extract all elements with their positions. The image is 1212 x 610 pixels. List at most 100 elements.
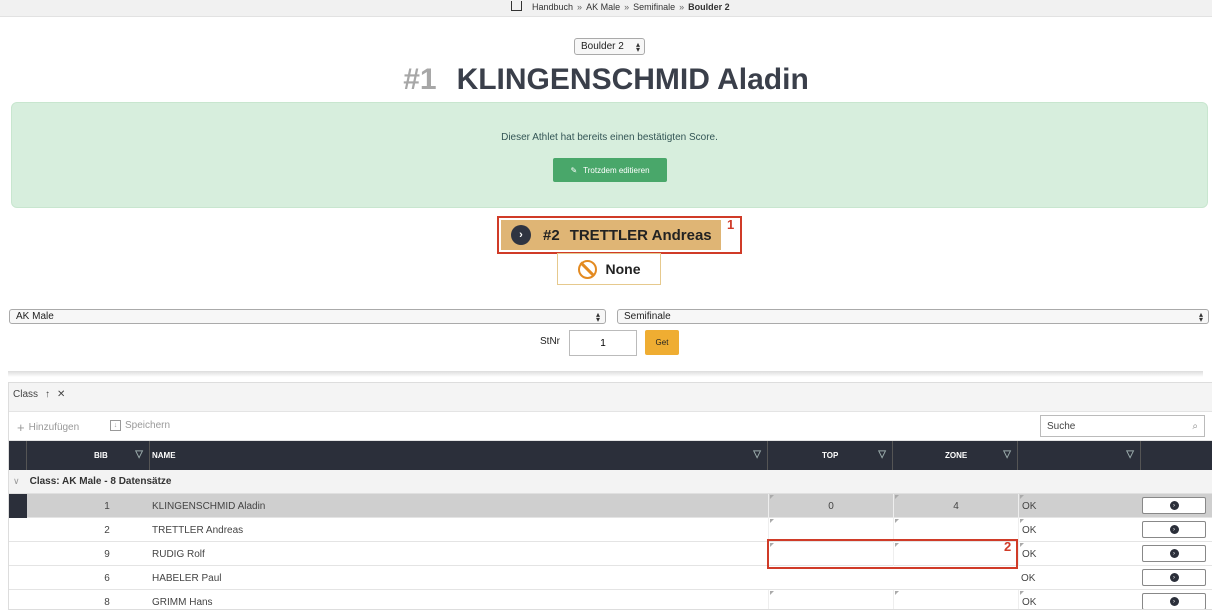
class-select-value: AK Male	[16, 311, 54, 322]
chevron-right-icon: ›	[1169, 597, 1179, 606]
table-row[interactable]: 6 HABELER Paul OK ›	[9, 566, 1212, 590]
cell-zone[interactable]	[893, 590, 1018, 609]
column-header-actions	[1141, 441, 1212, 470]
grid-toolbar: + Hinzufügen ↓ Speichern Suche ⌕	[9, 412, 1212, 441]
breadcrumb-current: Boulder 2	[688, 2, 730, 12]
round-select-value: Semifinale	[624, 311, 671, 322]
table-row[interactable]: 2 TRETTLER Andreas OK ›	[9, 518, 1212, 542]
annotation-marker-1: 1	[727, 217, 735, 232]
result-status-label: None	[605, 261, 641, 277]
athletes-grid: Class ↑ ✕ + Hinzufügen ↓ Speichern Suche…	[8, 382, 1212, 610]
row-open-button[interactable]: ›	[1142, 593, 1206, 609]
stnr-label: StNr	[540, 336, 560, 347]
table-row[interactable]: 8 GRIMM Hans OK ›	[9, 590, 1212, 609]
chevron-right-icon: ›	[1169, 549, 1179, 558]
breadcrumb-item-handbuch[interactable]: Handbuch	[532, 2, 573, 12]
cell-name: GRIMM Hans	[152, 596, 213, 608]
athlete-title: #1 KLINGENSCHMID Aladin	[0, 63, 1212, 103]
breadcrumb: Handbuch » AK Male » Semifinale » Boulde…	[511, 1, 730, 12]
chevron-right-icon: ›	[1169, 525, 1179, 534]
filter-icon[interactable]: ▽	[753, 449, 761, 460]
next-athlete-highlight: › #2 TRETTLER Andreas	[497, 216, 742, 254]
select-arrows-icon: ▴ ▾	[1198, 309, 1203, 324]
add-label: Hinzufügen	[28, 422, 80, 433]
sort-ascending-icon[interactable]: ↑	[45, 389, 50, 400]
breadcrumb-separator: »	[624, 2, 630, 12]
cell-zone[interactable]: 4	[893, 494, 1018, 518]
alert-message: Dieser Athlet hat bereits einen bestätig…	[501, 132, 718, 143]
cell-status[interactable]: OK	[1018, 566, 1141, 590]
filter-icon[interactable]: ▽	[135, 449, 143, 460]
close-icon[interactable]: ✕	[57, 389, 65, 400]
athlete-name: KLINGENSCHMID Aladin	[456, 63, 809, 96]
row-open-button[interactable]: ›	[1142, 521, 1206, 538]
result-status-box: None	[557, 253, 661, 285]
select-arrows-icon: ▴ ▾	[595, 309, 600, 324]
breadcrumb-item-round[interactable]: Semifinale	[633, 2, 675, 12]
row-open-button[interactable]: ›	[1142, 569, 1206, 586]
save-label: Speichern	[125, 420, 171, 431]
column-header-top[interactable]: TOP ▽	[768, 441, 893, 470]
column-name-label: NAME	[152, 451, 176, 460]
cell-top[interactable]	[768, 590, 893, 609]
chevron-down-icon[interactable]: ∨	[13, 476, 20, 487]
round-select[interactable]: Semifinale ▴ ▾	[617, 309, 1209, 324]
column-zone-label: ZONE	[945, 451, 968, 460]
cell-status[interactable]: OK	[1018, 518, 1141, 542]
column-header-zone[interactable]: ZONE ▽	[893, 441, 1018, 470]
search-placeholder: Suche	[1047, 420, 1076, 432]
add-button[interactable]: + Hinzufügen	[17, 420, 79, 435]
prohibited-icon	[577, 259, 597, 279]
group-row[interactable]: ∨ Class: AK Male - 8 Datensätze	[9, 470, 1212, 494]
class-select[interactable]: AK Male ▴ ▾	[9, 309, 606, 324]
column-header-status[interactable]: ▽	[1018, 441, 1141, 470]
edit-anyway-button[interactable]: ✎ Trotzdem editieren	[553, 158, 667, 182]
column-header-name[interactable]: NAME ▽	[150, 441, 768, 470]
divider	[8, 371, 1203, 377]
search-input[interactable]: Suche ⌕	[1040, 415, 1205, 437]
cell-top[interactable]	[768, 566, 893, 590]
chevron-right-icon: ›	[1169, 573, 1179, 582]
cell-top[interactable]: 0	[768, 494, 893, 518]
next-athlete-name: TRETTLER Andreas	[569, 226, 712, 244]
cell-status[interactable]: OK	[1018, 542, 1141, 566]
edit-icon: ✎	[570, 165, 578, 175]
table-row[interactable]: 9 RUDIG Rolf OK ›	[9, 542, 1212, 566]
column-bib-label: BIB	[94, 451, 108, 460]
breadcrumb-item-class[interactable]: AK Male	[586, 2, 620, 12]
group-chip-class[interactable]: Class ↑ ✕	[13, 389, 65, 400]
row-open-button[interactable]: ›	[1142, 497, 1206, 514]
search-icon: ⌕	[1192, 420, 1198, 432]
group-chip-label: Class	[13, 389, 39, 400]
chevron-right-icon: ›	[511, 225, 531, 245]
group-row-label: Class: AK Male - 8 Datensätze	[29, 476, 172, 487]
filter-icon[interactable]: ▽	[1003, 449, 1011, 460]
stnr-input[interactable]	[569, 330, 637, 356]
header-spacer	[9, 441, 27, 470]
breadcrumb-separator: »	[679, 2, 685, 12]
breadcrumb-separator: »	[577, 2, 583, 12]
plus-icon: +	[17, 420, 25, 435]
edit-anyway-label: Trotzdem editieren	[583, 165, 650, 175]
cell-name: HABELER Paul	[152, 572, 222, 584]
book-icon	[511, 1, 522, 11]
row-open-button[interactable]: ›	[1142, 545, 1206, 562]
cell-name: TRETTLER Andreas	[152, 524, 244, 536]
next-athlete-button[interactable]: › #2 TRETTLER Andreas	[501, 220, 721, 250]
group-panel: Class ↑ ✕	[9, 383, 1212, 412]
column-top-label: TOP	[822, 451, 839, 460]
row-selected-indicator	[9, 494, 27, 518]
get-button[interactable]: Get	[645, 330, 679, 355]
cell-status[interactable]: OK	[1018, 590, 1141, 609]
save-button[interactable]: ↓ Speichern	[110, 420, 170, 431]
filter-icon[interactable]: ▽	[878, 449, 886, 460]
cell-status[interactable]: OK	[1018, 494, 1141, 518]
top-bar: Handbuch » AK Male » Semifinale » Boulde…	[0, 0, 1212, 17]
table-row[interactable]: 1 KLINGENSCHMID Aladin 0 4 OK ›	[9, 494, 1212, 518]
cell-zone[interactable]	[893, 566, 1018, 590]
boulder-select[interactable]: Boulder 2 ▴ ▾	[574, 38, 645, 55]
select-arrows-icon: ▴ ▾	[635, 39, 640, 54]
chevron-right-icon: ›	[1169, 501, 1179, 510]
column-header-bib[interactable]: BIB ▽	[27, 441, 150, 470]
filter-icon[interactable]: ▽	[1126, 449, 1134, 460]
